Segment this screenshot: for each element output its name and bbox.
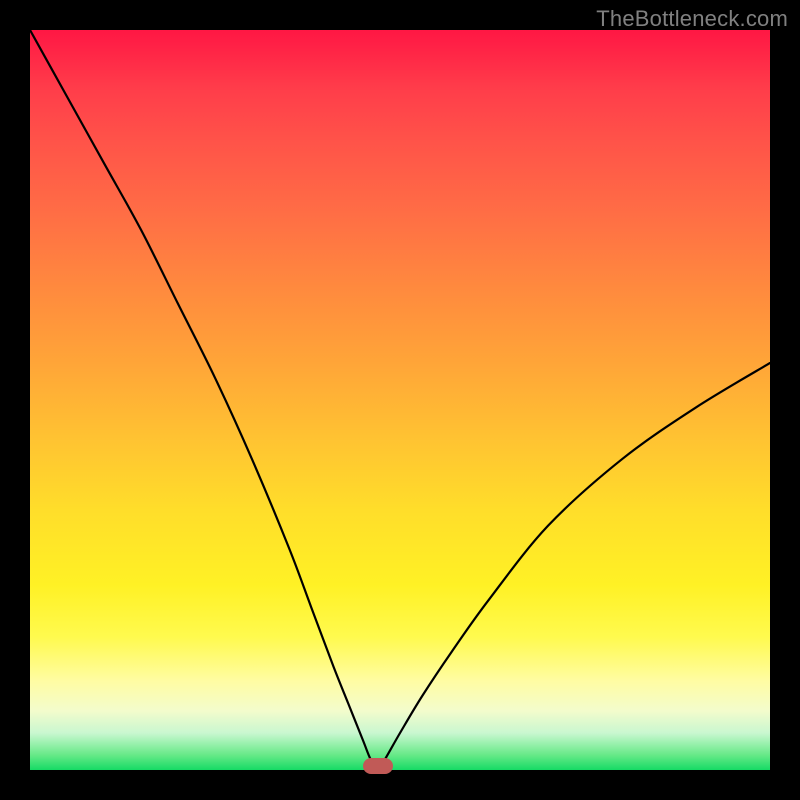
optimal-marker: [363, 758, 393, 774]
bottleneck-curve: [30, 30, 770, 770]
chart-frame: TheBottleneck.com: [0, 0, 800, 800]
watermark-text: TheBottleneck.com: [596, 6, 788, 32]
plot-area: [30, 30, 770, 770]
